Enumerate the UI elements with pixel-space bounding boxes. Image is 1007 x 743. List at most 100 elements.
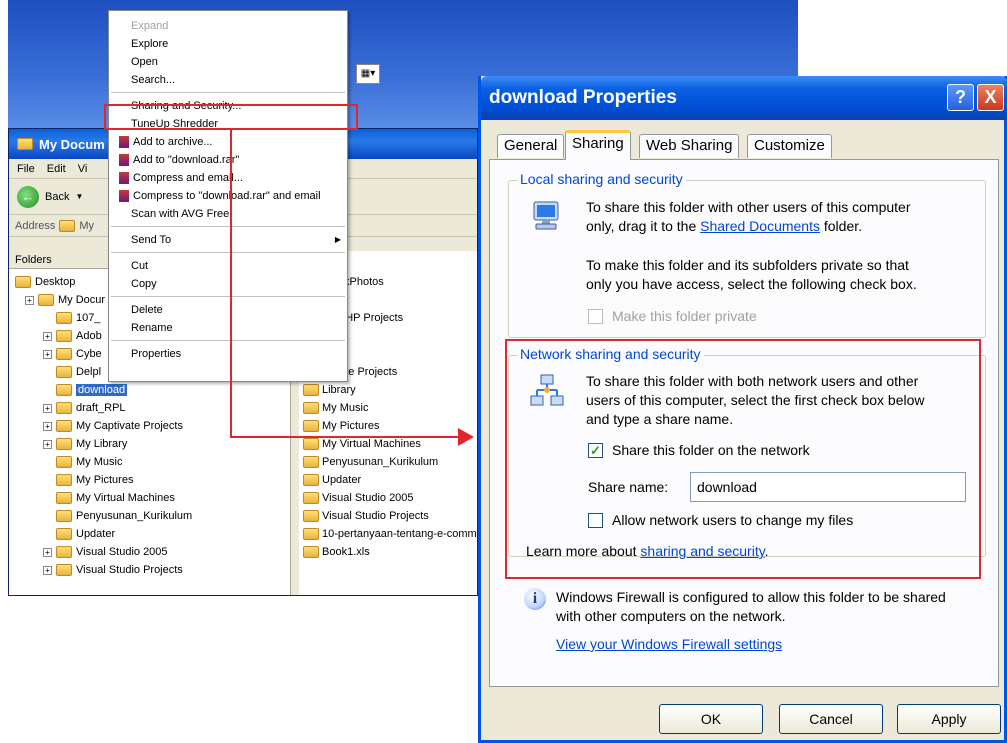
context-menu-item[interactable]: Compress to "download.rar" and email bbox=[119, 187, 321, 205]
context-menu-item[interactable]: Add to "download.rar" bbox=[119, 151, 239, 169]
tree-item[interactable]: + Cybe bbox=[43, 345, 102, 363]
make-private-checkbox[interactable] bbox=[588, 309, 603, 324]
tree-item[interactable]: + My Library bbox=[43, 435, 127, 453]
expand-icon[interactable]: + bbox=[43, 349, 52, 359]
menu-separator bbox=[111, 252, 345, 253]
tree-item[interactable]: Desktop bbox=[15, 273, 75, 291]
back-label: Back bbox=[45, 190, 70, 203]
menu-separator bbox=[111, 92, 345, 93]
context-menu-item[interactable]: Scan with AVG Free bbox=[131, 205, 229, 223]
file-item[interactable]: Updater bbox=[303, 471, 361, 489]
local-text-before-link: only, drag it to the bbox=[586, 218, 697, 234]
folder-icon bbox=[303, 402, 319, 414]
expand-icon[interactable]: + bbox=[43, 421, 52, 431]
cancel-button[interactable]: Cancel bbox=[779, 704, 883, 734]
file-item[interactable]: My Music bbox=[303, 399, 368, 417]
expand-icon[interactable]: + bbox=[25, 295, 34, 305]
file-item[interactable]: Library bbox=[303, 381, 356, 399]
menu-file[interactable]: File bbox=[17, 163, 35, 175]
folder-icon bbox=[303, 474, 319, 486]
context-menu-item[interactable]: Copy bbox=[131, 275, 157, 293]
folder-icon bbox=[38, 294, 54, 306]
dialog-title-bar[interactable]: download Properties bbox=[481, 76, 1007, 120]
tab-customize[interactable]: Customize bbox=[747, 134, 832, 158]
file-item[interactable]: My Pictures bbox=[303, 417, 379, 435]
folder-icon bbox=[56, 330, 72, 342]
views-button[interactable]: ▦▾ bbox=[356, 64, 380, 84]
context-menu-label: Send To bbox=[131, 234, 172, 246]
tree-item[interactable]: Penyusunan_Kurikulum bbox=[43, 507, 192, 525]
menu-separator bbox=[111, 296, 345, 297]
context-menu-item[interactable]: Compress and email... bbox=[119, 169, 243, 187]
tree-item[interactable]: Updater bbox=[43, 525, 115, 543]
expand-icon[interactable]: + bbox=[43, 547, 52, 557]
local-text-after-link: folder. bbox=[823, 218, 863, 234]
tree-item[interactable]: My Virtual Machines bbox=[43, 489, 175, 507]
folder-icon bbox=[303, 528, 319, 540]
file-item[interactable]: Visual Studio Projects bbox=[303, 507, 429, 525]
context-menu-item[interactable]: Search... bbox=[131, 71, 175, 89]
context-menu-label: Search... bbox=[131, 74, 176, 86]
arrow-head bbox=[458, 428, 474, 446]
expand-icon[interactable]: + bbox=[43, 403, 52, 413]
close-button[interactable]: X bbox=[977, 84, 1004, 111]
tree-item[interactable]: + Visual Studio Projects bbox=[43, 561, 183, 579]
context-menu-label: Cut bbox=[131, 260, 149, 272]
menu-view[interactable]: Vi bbox=[78, 163, 88, 175]
tab-general[interactable]: General bbox=[497, 134, 565, 158]
folder-icon bbox=[303, 438, 319, 450]
winrar-icon bbox=[119, 136, 129, 148]
tree-item[interactable]: + My Docur bbox=[25, 291, 105, 309]
context-menu-item[interactable]: Add to archive... bbox=[119, 133, 213, 151]
folder-icon bbox=[56, 366, 72, 378]
context-menu-item[interactable]: Explore bbox=[131, 35, 168, 53]
context-menu-item[interactable]: Cut bbox=[131, 257, 148, 275]
tree-item-label: My Library bbox=[76, 438, 128, 450]
tree-item[interactable]: 107_ bbox=[43, 309, 100, 327]
expand-icon[interactable]: + bbox=[43, 565, 52, 575]
context-menu-label: Properties bbox=[131, 348, 182, 360]
tree-item[interactable]: + Adob bbox=[43, 327, 102, 345]
tree-item-label: download bbox=[76, 384, 128, 396]
ok-button[interactable]: OK bbox=[659, 704, 763, 734]
submenu-arrow-icon: ▶ bbox=[334, 235, 341, 244]
explorer-title: My Docum bbox=[39, 136, 105, 152]
expand-icon[interactable]: + bbox=[43, 331, 52, 341]
tree-item[interactable]: Delpl bbox=[43, 363, 101, 381]
tree-item-label: Penyusunan_Kurikulum bbox=[76, 510, 193, 522]
context-menu: Expand Explore Open Search... Sharing and Se… bbox=[108, 10, 348, 382]
expand-icon[interactable]: + bbox=[43, 439, 52, 449]
context-menu-item[interactable]: Properties bbox=[131, 345, 181, 363]
file-item[interactable]: Penyusunan_Kurikulum bbox=[303, 453, 438, 471]
file-item[interactable]: Book1.xls bbox=[303, 543, 370, 561]
tree-item[interactable]: download bbox=[43, 381, 128, 399]
file-item-label: Visual Studio Projects bbox=[322, 510, 429, 522]
tree-item[interactable]: + Visual Studio 2005 bbox=[43, 543, 168, 561]
shared-documents-link[interactable]: Shared Documents bbox=[700, 218, 820, 234]
context-menu-item[interactable]: Expand bbox=[131, 17, 168, 35]
context-menu-label: Compress to "download.rar" and email bbox=[133, 190, 321, 202]
file-item[interactable]: 10-pertanyaan-tentang-e-comm bbox=[303, 525, 477, 543]
firewall-settings-link[interactable]: View your Windows Firewall settings bbox=[556, 635, 782, 653]
tree-item[interactable]: My Pictures bbox=[43, 471, 133, 489]
help-button[interactable]: ? bbox=[947, 84, 974, 111]
apply-button[interactable]: Apply bbox=[897, 704, 1001, 734]
context-menu-item[interactable]: Delete bbox=[131, 301, 163, 319]
menu-edit[interactable]: Edit bbox=[47, 163, 66, 175]
context-menu-item[interactable]: Open bbox=[131, 53, 158, 71]
address-value[interactable]: My bbox=[79, 220, 94, 232]
context-menu-item[interactable]: Send To bbox=[131, 231, 171, 249]
file-item[interactable]: Visual Studio 2005 bbox=[303, 489, 414, 507]
folder-icon bbox=[303, 510, 319, 522]
context-menu-item[interactable]: Rename bbox=[131, 319, 173, 337]
tab-sharing[interactable]: Sharing bbox=[565, 130, 631, 160]
tree-item[interactable]: + My Captivate Projects bbox=[43, 417, 183, 435]
tree-item-label: My Docur bbox=[58, 294, 106, 306]
tree-item[interactable]: My Music bbox=[43, 453, 122, 471]
tree-item[interactable]: + draft_RPL bbox=[43, 399, 126, 417]
folder-icon bbox=[56, 312, 72, 324]
dialog-title: download Properties bbox=[489, 87, 677, 108]
tab-web-sharing[interactable]: Web Sharing bbox=[639, 134, 740, 158]
tree-item-label: Visual Studio 2005 bbox=[76, 546, 168, 558]
back-button[interactable]: ← Back ▼ bbox=[17, 185, 83, 208]
